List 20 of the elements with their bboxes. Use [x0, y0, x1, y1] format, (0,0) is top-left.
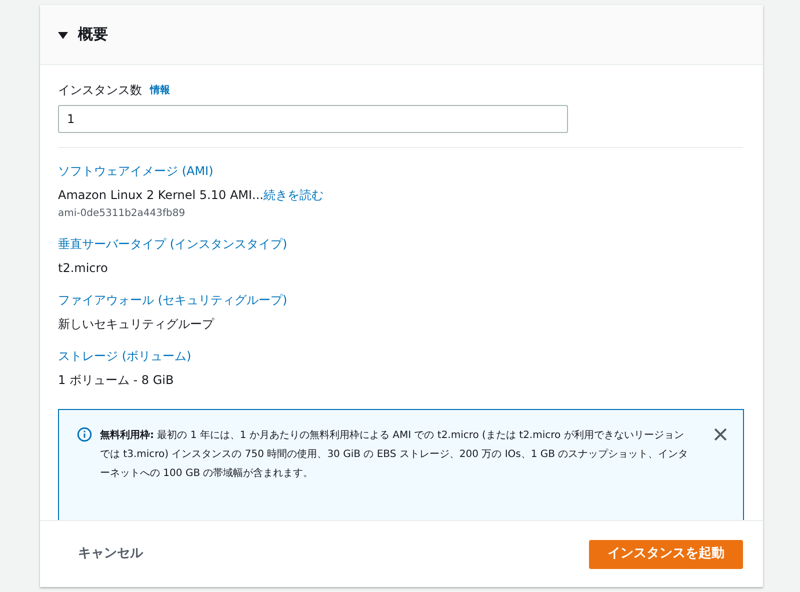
summary-link[interactable]: ストレージ (ボリューム) — [58, 347, 192, 365]
field-label: インスタンス数 — [58, 82, 142, 99]
close-icon[interactable] — [714, 428, 727, 441]
summary-value: 新しいセキュリティグループ — [58, 316, 214, 333]
section-header[interactable]: 概要 — [40, 5, 763, 65]
launch-button[interactable]: インスタンスを起動 — [589, 540, 743, 568]
ami-id: ami-0de5311b2a443fb89 — [58, 207, 186, 221]
summary-link[interactable]: ファイアウォール (セキュリティグループ) — [58, 291, 288, 309]
read-more-link[interactable]: 続きを読む — [264, 186, 324, 204]
summary-value: 1 ボリューム - 8 GiB — [58, 372, 174, 389]
cancel-button[interactable]: キャンセル — [60, 540, 161, 568]
summary-link[interactable]: 垂直サーバータイプ (インスタンスタイプ) — [58, 235, 288, 253]
instance-count-field[interactable]: 1 — [58, 105, 568, 133]
summary-value: Amazon Linux 2 Kernel 5.10 AMI... — [58, 187, 264, 204]
info-link[interactable]: 情報 — [150, 82, 170, 98]
section-title: 概要 — [78, 24, 108, 46]
info-icon — [77, 427, 92, 442]
summary-value: t2.micro — [58, 260, 108, 277]
alert-text: 無料利用枠: 最初の 1 年には、1 か月あたりの無料利用枠による AMI での t2.micro (または t2.micro が利用できないリージョンでは t3.micro) インスタンスの 750 時間の使用、30 GiB の EBS ストレージ、200 万の IOs、1 GB のスナップショット、インターネットへの 100 GB の帯域幅が含まれます。 — [100, 428, 690, 481]
summary-link[interactable]: ソフトウェアイメージ (AMI) — [58, 162, 214, 180]
